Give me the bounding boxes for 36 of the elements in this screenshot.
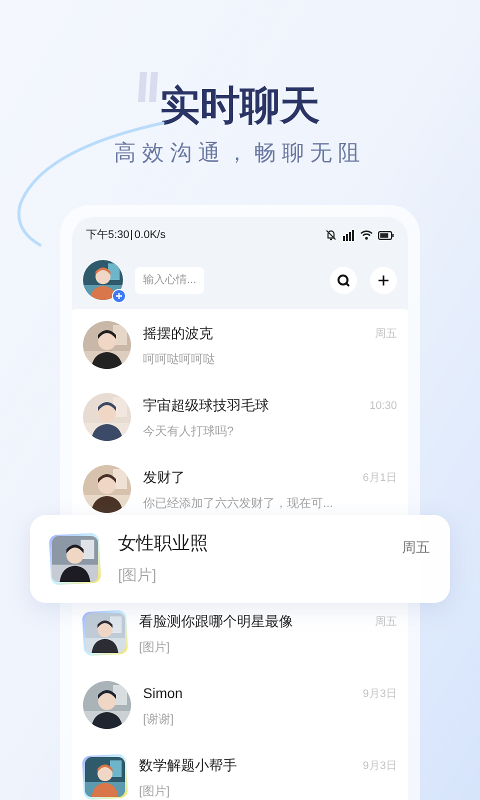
chat-time: 10:30 bbox=[369, 399, 397, 414]
chat-time: 9月3日 bbox=[362, 687, 397, 702]
message-preview: 呵呵哒呵呵哒 bbox=[143, 350, 216, 368]
plus-icon bbox=[378, 274, 389, 286]
wifi-icon bbox=[360, 230, 373, 240]
chat-time: 6月1日 bbox=[362, 471, 397, 486]
featured-chat-card[interactable]: 女性职业照 [图片] 周五 bbox=[30, 515, 450, 603]
chat-name: 数学解题小帮手 bbox=[139, 756, 238, 774]
chat-name: Simon bbox=[143, 684, 184, 702]
mute-icon bbox=[325, 229, 337, 241]
hero-title: 实时聊天 bbox=[160, 83, 320, 130]
message-preview: 你已经添加了六六发财了，现在可... bbox=[143, 494, 334, 512]
hero-subtitle: 高效沟通，畅聊无阻 bbox=[114, 139, 366, 167]
add-button[interactable] bbox=[370, 266, 397, 294]
network-speed: 0.0K/s bbox=[134, 228, 166, 243]
chat-name: 女性职业照 bbox=[118, 532, 209, 556]
message-preview: 今天有人打球吗? bbox=[143, 422, 235, 440]
chat-time: 9月3日 bbox=[362, 759, 397, 774]
status-time: 下午5:30 bbox=[86, 228, 130, 243]
chat-time: 周五 bbox=[375, 615, 397, 630]
message-preview: [图片] bbox=[139, 782, 171, 800]
add-badge-icon[interactable] bbox=[112, 289, 126, 303]
chat-name: 摇摆的波克 bbox=[143, 324, 214, 342]
chat-time: 周五 bbox=[375, 327, 397, 342]
battery-icon bbox=[378, 230, 394, 240]
message-preview: [谢谢] bbox=[143, 710, 175, 728]
signal-icon bbox=[342, 230, 355, 240]
message-preview: [图片] bbox=[139, 638, 171, 656]
search-button[interactable] bbox=[330, 266, 357, 294]
chat-time: 周五 bbox=[402, 538, 430, 557]
chat-name: 看脸测你跟哪个明星最像 bbox=[139, 612, 294, 630]
quote-mark-icon bbox=[138, 72, 160, 102]
search-icon bbox=[337, 274, 350, 286]
message-preview: [图片] bbox=[118, 566, 158, 586]
chat-name: 发财了 bbox=[143, 468, 186, 486]
chat-name: 宇宙超级球技羽毛球 bbox=[143, 396, 270, 414]
